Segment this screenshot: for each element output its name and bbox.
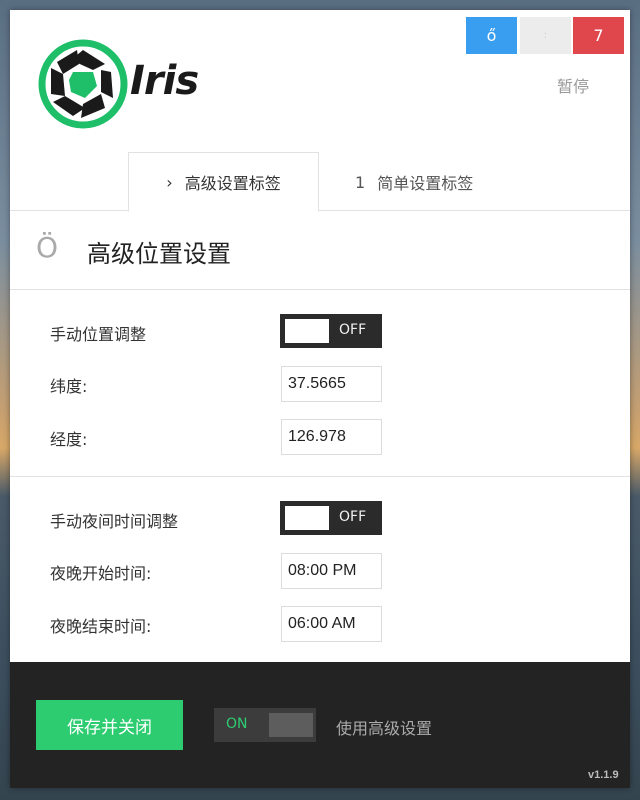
aperture-icon (38, 39, 128, 129)
manual-night-toggle[interactable]: OFF (280, 501, 382, 535)
simple-settings-icon: 1 (355, 172, 366, 192)
night-end-label: 夜晚结束时间: (50, 617, 152, 636)
toggle-state: OFF (339, 509, 367, 525)
app-logo: Iris (35, 36, 235, 129)
chevron-right-icon: › (166, 172, 173, 192)
version-label: v1.1.9 (588, 769, 619, 781)
toggle-knob (285, 506, 329, 530)
save-and-close-button[interactable]: 保存并关闭 (36, 700, 183, 750)
longitude-field[interactable]: 126.978 (281, 419, 382, 455)
logo-text: Iris (130, 58, 199, 104)
footer-bar: 保存并关闭 ON 使用高级设置 v1.1.9 (10, 662, 630, 788)
maximize-button[interactable]: ː (520, 17, 571, 54)
tab-bar: › 高级设置标签 1 简单设置标签 (10, 152, 630, 212)
manual-location-label: 手动位置调整 (50, 325, 147, 344)
toggle-knob (285, 319, 329, 343)
section-header: Ö 高级位置设置 (10, 211, 630, 290)
tab-advanced-settings[interactable]: › 高级设置标签 (128, 152, 319, 212)
night-end-field[interactable]: 06:00 AM (281, 606, 382, 642)
tab-label: 简单设置标签 (377, 174, 474, 193)
advanced-settings-toggle[interactable]: ON (214, 708, 316, 742)
pause-link[interactable]: 暂停 (557, 73, 589, 97)
manual-night-label: 手动夜间时间调整 (50, 512, 179, 531)
location-icon: Ö (36, 231, 59, 264)
section-divider (10, 476, 630, 477)
manual-location-toggle[interactable]: OFF (280, 314, 382, 348)
close-button[interactable]: 7 (573, 17, 624, 54)
section-title: 高级位置设置 (87, 240, 231, 268)
night-start-label: 夜晚开始时间: (50, 564, 152, 583)
minimize-button[interactable]: ő (466, 17, 517, 54)
longitude-label: 经度: (50, 430, 88, 449)
latitude-field[interactable]: 37.5665 (281, 366, 382, 402)
latitude-label: 纬度: (50, 377, 88, 396)
tab-simple-settings[interactable]: 1 简单设置标签 (355, 152, 473, 212)
app-window: ő ː 7 暂停 Iris › 高级设置标签 1 简单设置标签 Ö 高级位置设置… (10, 10, 630, 788)
toggle-state: OFF (339, 322, 367, 338)
night-start-field[interactable]: 08:00 PM (281, 553, 382, 589)
tab-label: 高级设置标签 (184, 174, 281, 193)
advanced-settings-label: 使用高级设置 (336, 719, 433, 738)
toggle-state: ON (226, 716, 248, 732)
toggle-knob (269, 713, 313, 737)
